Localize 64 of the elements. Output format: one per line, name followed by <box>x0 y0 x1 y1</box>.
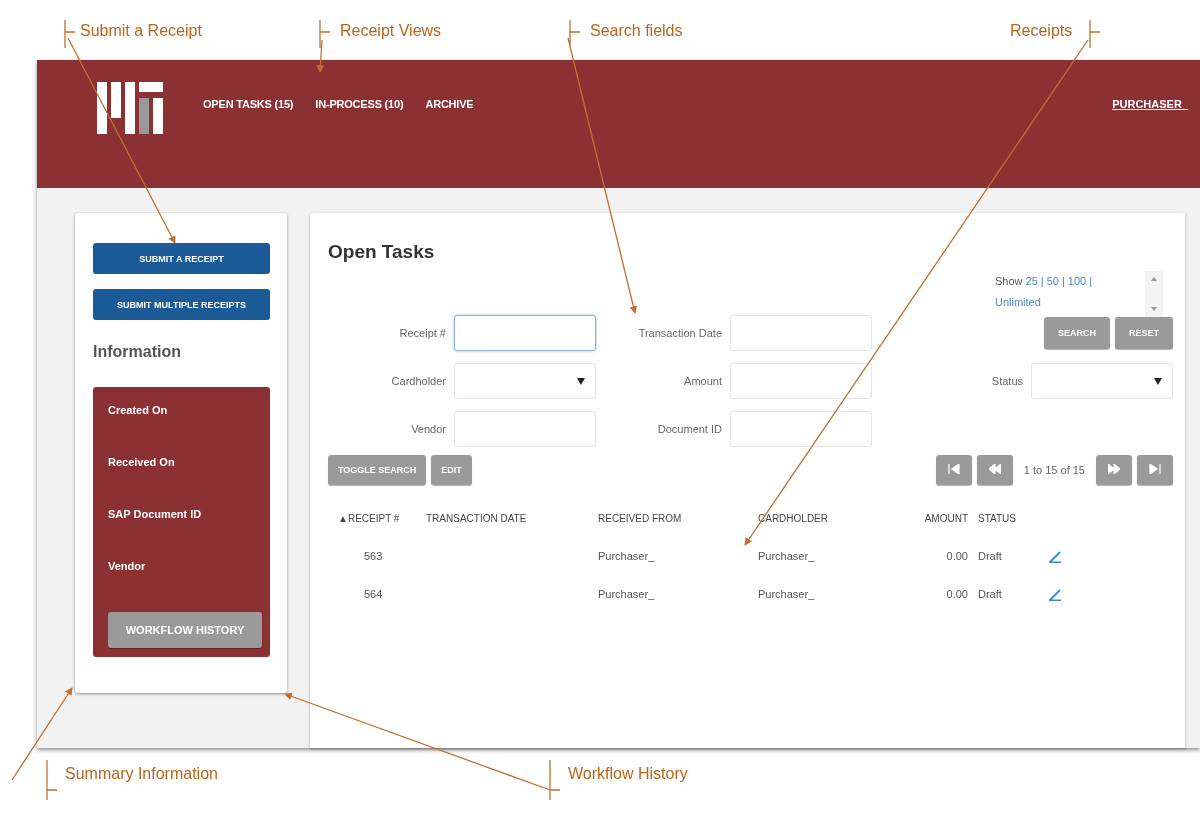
scrollbar[interactable] <box>1145 271 1163 317</box>
leader-line <box>316 19 331 73</box>
nav-tab[interactable]: ARCHIVE <box>425 98 474 110</box>
edit-icon[interactable] <box>1048 587 1062 601</box>
info-label: SAP Document ID <box>108 508 203 522</box>
column-header[interactable]: RECEIVED FROM <box>598 501 758 537</box>
info-label: Created On <box>108 404 169 418</box>
field-label: Amount <box>683 373 722 389</box>
field-label: Document ID <box>656 421 722 437</box>
field-label: Cardholder <box>390 373 446 389</box>
page-size-link[interactable]: Unlimited <box>995 296 1041 308</box>
column-header[interactable]: ▲RECEIPT # <box>338 501 426 537</box>
dropdown[interactable] <box>454 363 596 399</box>
next-page-icon <box>1108 464 1120 474</box>
column-header[interactable]: AMOUNT <box>893 501 978 537</box>
column-header[interactable]: STATUS <box>978 501 1048 537</box>
callout-label: Submit a Receipt <box>80 22 202 40</box>
user-link[interactable]: PURCHASER_ <box>1112 98 1188 110</box>
table-cell-text: Purchaser_ <box>758 549 816 564</box>
column-header[interactable]: TRANSACTION DATE <box>426 501 598 537</box>
table-cell-text: Purchaser_ <box>598 549 656 564</box>
page-size-options: Show 25 | 50 | 100 | Unlimited <box>995 271 1135 317</box>
callout-label: Summary Information <box>65 765 218 783</box>
first-page-icon <box>947 464 960 474</box>
nav-tab[interactable]: IN-PROCESS (10) <box>315 98 404 110</box>
callout-label: Receipt Views <box>340 22 442 40</box>
caret-icon <box>1154 377 1162 385</box>
prev-page-button[interactable] <box>976 455 1013 485</box>
field-label: Transaction Date <box>637 325 722 341</box>
table-cell-text: Draft <box>978 587 1003 602</box>
section-heading: Information <box>93 343 182 361</box>
callout-label: Search fields <box>590 22 683 40</box>
table-cell-text: Purchaser_ <box>758 587 816 602</box>
info-label: Received On <box>108 456 176 470</box>
table-cell-text: 563 <box>363 549 384 564</box>
field-label: Status <box>990 373 1023 389</box>
field-label: Vendor <box>410 421 446 437</box>
input-field[interactable] <box>454 315 596 351</box>
next-page-button[interactable] <box>1096 455 1132 485</box>
page-title: Open Tasks <box>328 241 435 264</box>
submit-button[interactable]: SUBMIT A RECEIPT <box>93 243 270 274</box>
logo-icon <box>97 82 163 134</box>
page-size-link[interactable]: 25 <box>1025 275 1038 287</box>
table-cell-text: Purchaser_ <box>598 587 656 602</box>
table-cell-text: 0.00 <box>945 549 969 564</box>
submit-button[interactable]: SUBMIT MULTIPLE RECEIPTS <box>93 289 270 320</box>
callout-label: Workflow History <box>568 765 688 783</box>
last-page-button[interactable] <box>1137 455 1173 485</box>
page-status: 1 to 15 of 15 <box>1023 464 1085 476</box>
table-cell-text: 564 <box>363 587 384 602</box>
info-label: Vendor <box>108 560 147 574</box>
callout-label: Receipts <box>1010 22 1073 40</box>
last-page-icon <box>1149 464 1161 474</box>
caret-icon <box>577 377 585 385</box>
field-label: Receipt # <box>398 325 446 341</box>
first-page-button[interactable] <box>935 455 972 485</box>
table-cell-text: Draft <box>978 549 1003 564</box>
page-size-link[interactable]: 100 <box>1067 275 1087 287</box>
edit-icon[interactable] <box>1048 549 1062 563</box>
nav-tab[interactable]: OPEN TASKS (15) <box>203 98 294 110</box>
table-cell-text: 0.00 <box>945 587 969 602</box>
page-size-link[interactable]: 50 <box>1046 275 1059 287</box>
dropdown[interactable] <box>1031 363 1173 399</box>
prev-page-icon <box>988 464 1001 474</box>
